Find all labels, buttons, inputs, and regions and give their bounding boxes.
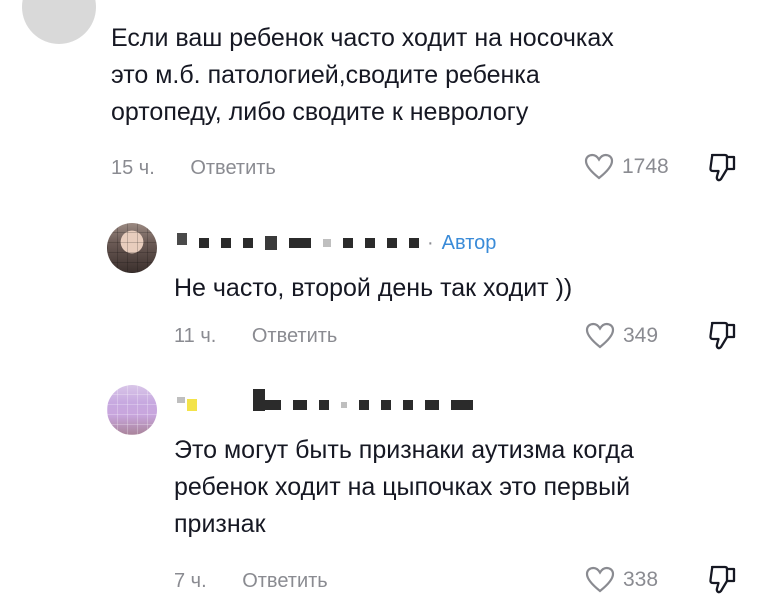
- username-redacted[interactable]: [177, 389, 485, 417]
- like-button[interactable]: 1748: [584, 153, 669, 181]
- heart-icon: [585, 322, 615, 349]
- avatar[interactable]: [107, 385, 157, 435]
- dislike-icon[interactable]: [708, 563, 738, 595]
- comment-meta: 15 ч. Ответить: [111, 157, 276, 180]
- like-count: 338: [623, 568, 659, 591]
- like-count: 349: [623, 324, 659, 347]
- comment-time: 7 ч.: [174, 570, 207, 592]
- comment-meta: 11 ч. Ответить: [174, 325, 337, 348]
- avatar[interactable]: [22, 0, 96, 44]
- reply-button[interactable]: Ответить: [252, 325, 338, 347]
- like-button[interactable]: 338: [585, 566, 658, 594]
- heart-icon: [585, 566, 615, 593]
- comment-time: 15 ч.: [111, 157, 155, 179]
- comment-meta: 7 ч. Ответить: [174, 570, 328, 593]
- dislike-icon[interactable]: [708, 319, 738, 351]
- separator-dot: ·: [427, 231, 434, 254]
- comment-text: Это могут быть признаки аутизма когда ре…: [174, 436, 634, 538]
- like-count: 1748: [622, 155, 669, 178]
- heart-icon: [584, 153, 614, 180]
- username-redacted[interactable]: · Автор: [177, 231, 496, 255]
- reply-button[interactable]: Ответить: [242, 570, 328, 592]
- like-button[interactable]: 349: [585, 322, 658, 350]
- comment-text: Если ваш ребенок часто ходит на носочках…: [111, 24, 614, 126]
- reply-button[interactable]: Ответить: [190, 157, 276, 179]
- comment-time: 11 ч.: [174, 325, 217, 347]
- avatar[interactable]: [107, 223, 157, 273]
- comment-text: Не часто, второй день так ходит )): [174, 274, 573, 302]
- dislike-icon[interactable]: [708, 151, 738, 183]
- author-badge: Автор: [441, 231, 497, 254]
